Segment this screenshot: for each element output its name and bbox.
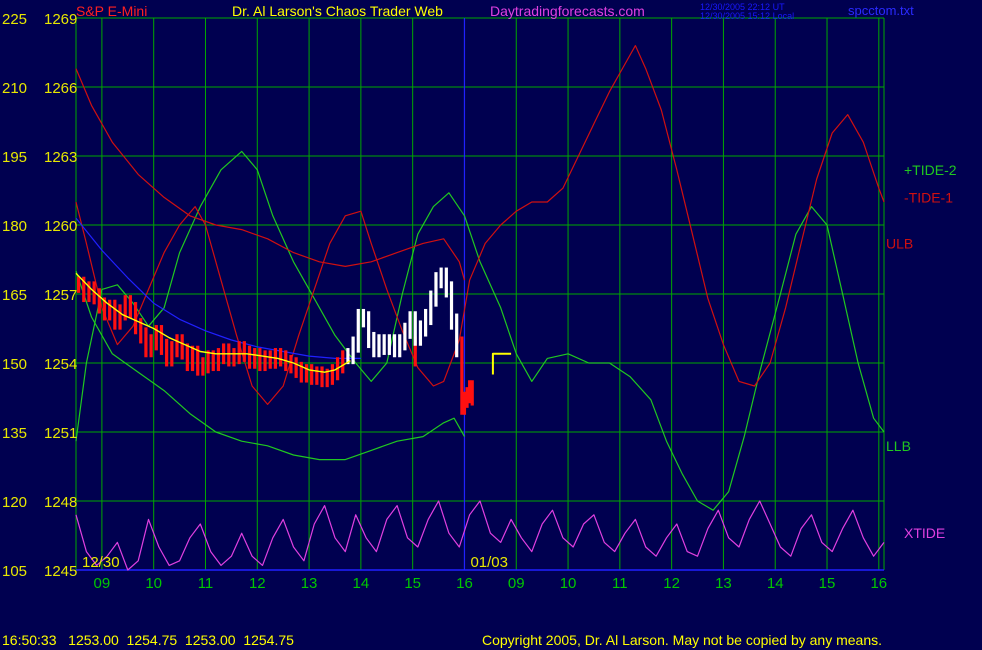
price-bars <box>75 267 512 415</box>
author-title: Dr. Al Larson's Chaos Trader Web <box>232 3 443 19</box>
price-tick-label: 1257 <box>44 287 77 304</box>
timestamp-local: 12/30/2005 15:12 Local <box>700 11 795 21</box>
series-tide-2 <box>75 150 885 511</box>
time-tick-label: 11 <box>198 575 214 592</box>
time-tick-label: 10 <box>145 575 162 592</box>
curve-label-tide-1: -TIDE-1 <box>904 189 953 205</box>
trend-line <box>75 217 361 359</box>
curve-label-ulb: ULB <box>886 235 913 251</box>
date-label: 01/03 <box>470 554 508 571</box>
tide-tick-label: 165 <box>2 287 27 304</box>
time-tick-label: 15 <box>404 575 421 592</box>
price-tick-label: 1248 <box>44 494 77 511</box>
time-tick-label: 12 <box>249 575 266 592</box>
site-link[interactable]: Daytradingforecasts.com <box>490 3 645 19</box>
tide-tick-label: 105 <box>2 563 27 580</box>
time-tick-label: 16 <box>456 575 473 592</box>
plot-series <box>75 44 885 571</box>
data-filename: spcctom.txt <box>848 3 914 18</box>
time-axis: 09 10 11 12 13 14 15 16 09 10 11 12 13 14 15 16 12/30 01/… <box>82 554 887 592</box>
time-tick-label: 09 <box>94 575 111 592</box>
time-tick-label: 14 <box>353 575 370 592</box>
quote-readout: 16:50:33 1253.00 1254.75 1253.00 1254.75 <box>2 632 294 648</box>
curve-label-tide-2: +TIDE-2 <box>904 162 957 178</box>
tide-chart: 225 1269 210 1266 195 1263 180 1260 165 1257 150 12… <box>2 11 957 592</box>
tide-tick-label: 195 <box>2 149 27 166</box>
time-tick-label: 13 <box>715 575 732 592</box>
tide-tick-label: 210 <box>2 80 27 97</box>
tide-tick-label: 150 <box>2 356 27 373</box>
price-axis: 225 1269 210 1266 195 1263 180 1260 165 1257 150 12… <box>2 11 77 580</box>
time-tick-label: 12 <box>663 575 680 592</box>
price-tick-label: 1266 <box>44 80 77 97</box>
time-tick-label: 14 <box>767 575 784 592</box>
forecast-bracket <box>491 352 512 375</box>
time-tick-label: 16 <box>870 575 887 592</box>
tide-tick-label: 120 <box>2 494 27 511</box>
price-tick-label: 1260 <box>44 218 77 235</box>
copyright: Copyright 2005, Dr. Al Larson. May not b… <box>482 632 883 648</box>
grid <box>75 17 885 571</box>
curve-labels: +TIDE-2 -TIDE-1 ULB LLB XTIDE <box>886 162 957 541</box>
curve-label-llb: LLB <box>886 438 911 454</box>
price-tick-label: 1245 <box>44 563 77 580</box>
tide-tick-label: 180 <box>2 218 27 235</box>
price-tick-label: 1263 <box>44 149 77 166</box>
tide-tick-label: 225 <box>2 11 27 28</box>
tide-tick-label: 135 <box>2 425 27 442</box>
curve-label-xtide: XTIDE <box>904 525 945 541</box>
price-tick-label: 1269 <box>44 11 77 28</box>
price-tick-label: 1254 <box>44 356 77 373</box>
date-label: 12/30 <box>82 554 120 571</box>
time-tick-label: 11 <box>612 575 628 592</box>
time-tick-label: 15 <box>819 575 836 592</box>
series-ulb <box>75 68 466 281</box>
price-tick-label: 1251 <box>44 425 77 442</box>
time-tick-label: 09 <box>508 575 525 592</box>
time-tick-label: 13 <box>301 575 318 592</box>
instrument-title: S&P E-Mini <box>76 3 148 19</box>
time-tick-label: 10 <box>560 575 577 592</box>
